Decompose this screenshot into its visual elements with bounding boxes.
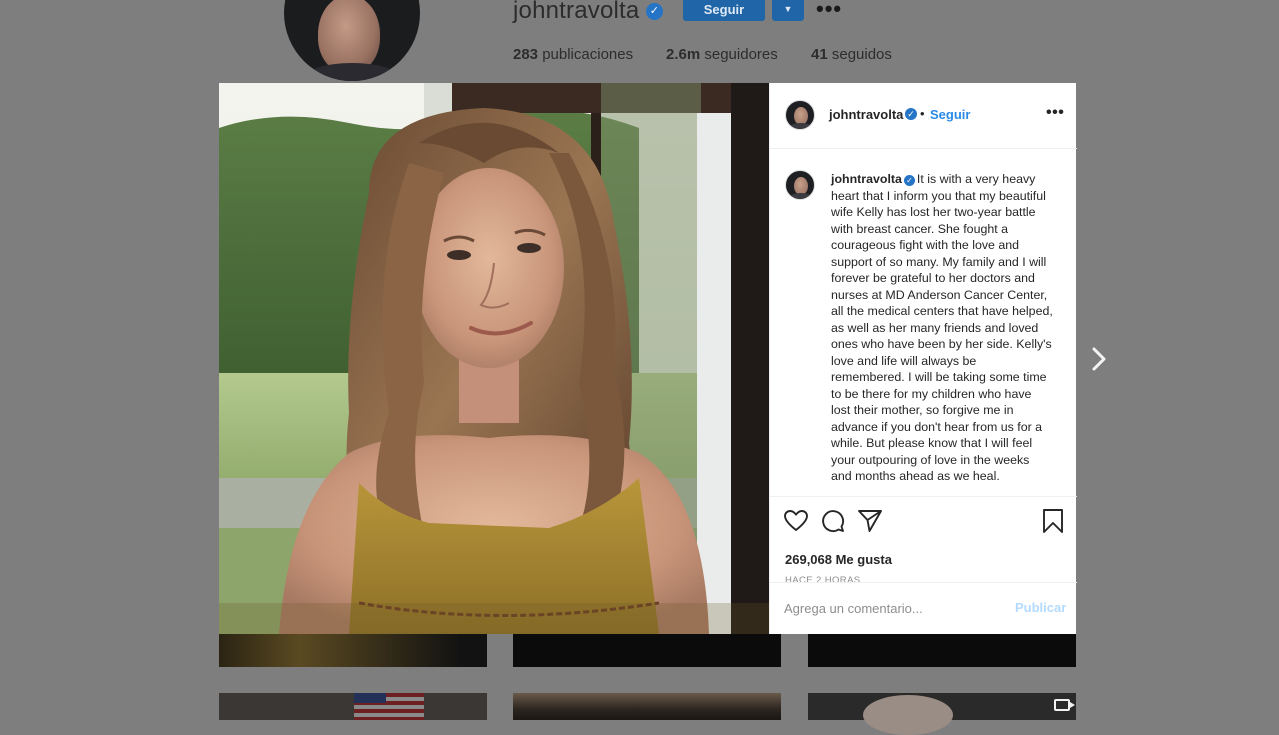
profile-avatar[interactable]: [284, 0, 420, 81]
grid-post-thumbnail[interactable]: [513, 693, 781, 720]
caption-body: It is with a very heavy heart that I inf…: [831, 172, 1053, 483]
header-follow-button[interactable]: Seguir: [930, 107, 970, 122]
following-count[interactable]: 41 seguidos: [811, 46, 892, 63]
grid-post-thumbnail[interactable]: [808, 693, 1076, 735]
flag-image: [354, 693, 424, 720]
post-side-panel: johntravolta ✓ • Seguir ••• johntravolta…: [769, 83, 1077, 634]
posts-number: 283: [513, 46, 539, 63]
followers-label: seguidores: [700, 46, 778, 63]
follow-button[interactable]: Seguir: [683, 0, 765, 21]
verified-badge-icon: ✓: [903, 175, 915, 186]
more-options-icon[interactable]: •••: [816, 0, 842, 22]
share-send-icon[interactable]: [857, 508, 883, 534]
profile-username-text: johntravolta: [513, 0, 640, 24]
thumbnail-face: [863, 695, 953, 735]
posts-count: 283 publicaciones: [513, 46, 633, 63]
followers-number: 2.6m: [666, 46, 701, 63]
caption-username[interactable]: johntravolta: [831, 172, 902, 186]
post-caption: johntravolta ✓ It is with a very heavy hea…: [831, 171, 1053, 485]
post-options-icon[interactable]: •••: [1046, 104, 1064, 122]
avatar-shirt: [298, 63, 406, 81]
post-author-avatar[interactable]: [785, 100, 815, 130]
header-separator: •: [920, 106, 925, 121]
portrait-photo: [219, 83, 769, 634]
next-post-chevron-icon[interactable]: [1086, 345, 1112, 373]
comment-bubble-icon[interactable]: [820, 508, 846, 534]
publish-comment-button[interactable]: Publicar: [1015, 600, 1066, 615]
grid-post-thumbnail[interactable]: [513, 634, 781, 667]
like-heart-icon[interactable]: [783, 508, 809, 534]
avatar-shirt: [789, 193, 813, 199]
post-actions: 269,068 Me gusta HACE 2 HORAS Publicar: [770, 496, 1077, 634]
grid-post-thumbnail[interactable]: [219, 693, 487, 720]
post-header: johntravolta ✓ • Seguir •••: [770, 83, 1077, 149]
add-comment-row: Publicar: [770, 582, 1077, 634]
post-photo[interactable]: [219, 83, 769, 634]
verified-badge-icon: ✓: [905, 108, 917, 120]
grid-post-thumbnail[interactable]: [808, 634, 1076, 667]
following-label: seguidos: [827, 46, 892, 63]
comment-input[interactable]: [784, 598, 1004, 618]
caption-scroll-area[interactable]: johntravolta ✓ It is with a very heavy hea…: [770, 149, 1077, 496]
save-bookmark-icon[interactable]: [1040, 508, 1066, 534]
followers-count[interactable]: 2.6m seguidores: [666, 46, 778, 63]
profile-username: johntravolta ✓: [513, 0, 663, 25]
caption-author-avatar[interactable]: [785, 170, 815, 200]
post-author-username[interactable]: johntravolta: [829, 107, 903, 122]
verified-badge-icon: ✓: [646, 3, 663, 20]
grid-post-thumbnail[interactable]: [219, 634, 487, 667]
following-number: 41: [811, 46, 828, 63]
video-icon: [1054, 699, 1075, 711]
caret-down-icon: ▼: [783, 4, 793, 14]
likes-count[interactable]: 269,068 Me gusta: [785, 552, 892, 567]
suggestions-dropdown-button[interactable]: ▼: [772, 0, 804, 21]
posts-label: publicaciones: [538, 46, 634, 63]
avatar-shirt: [789, 123, 813, 129]
